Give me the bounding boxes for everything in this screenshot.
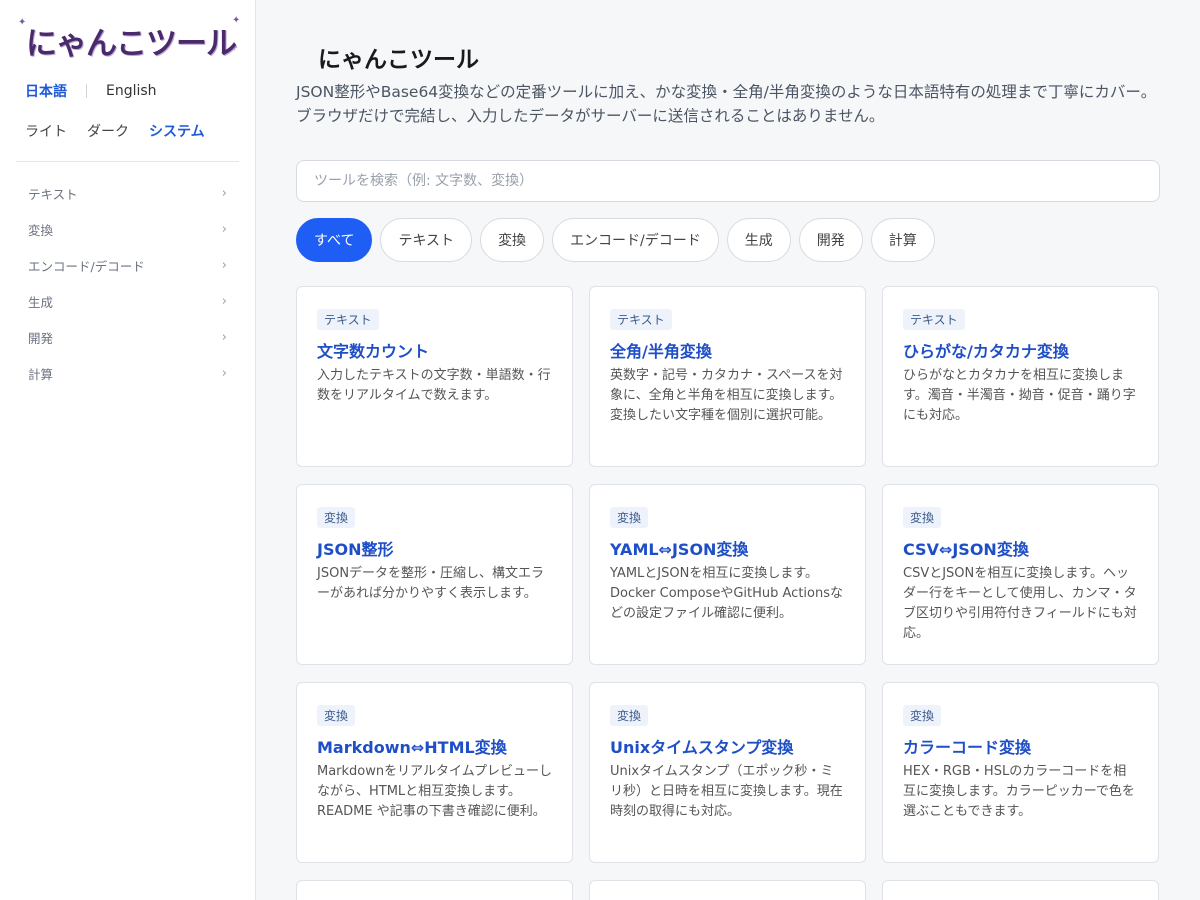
tool-card[interactable]: 変換 カラーコード変換 HEX・RGB・HSLのカラーコードを相互に変換します。… xyxy=(882,682,1159,863)
tool-card[interactable]: 変換 YAML⇔JSON変換 YAMLとJSONを相互に変換します。Docker… xyxy=(589,484,866,665)
category-tag: 変換 xyxy=(903,507,942,528)
chevron-right-icon: › xyxy=(221,257,227,273)
filter-dev[interactable]: 開発 xyxy=(798,218,863,262)
category-tag: 変換 xyxy=(903,705,942,726)
chevron-right-icon: › xyxy=(221,365,227,381)
sidebar-item-generate[interactable]: 生成 › xyxy=(16,283,239,319)
tool-title[interactable]: ひらがな/カタカナ変換 xyxy=(903,338,1138,362)
tool-card[interactable]: 変換 Markdown⇔HTML変換 Markdownをリアルタイムプレビューし… xyxy=(296,682,573,863)
lang-en-link[interactable]: English xyxy=(106,83,157,99)
page-title: にゃんこツール xyxy=(318,46,479,73)
tool-card[interactable]: 変換 Unixタイムスタンプ変換 Unixタイムスタンプ（エポック秒・ミリ秒）と… xyxy=(589,682,866,863)
sidebar-divider xyxy=(16,161,239,162)
filter-encode[interactable]: エンコード/デコード xyxy=(552,218,719,262)
tool-title[interactable]: Markdown⇔HTML変換 xyxy=(317,734,552,758)
theme-dark-button[interactable]: ダーク xyxy=(87,121,129,141)
tool-title[interactable]: YAML⇔JSON変換 xyxy=(610,536,845,560)
tool-title[interactable]: Unixタイムスタンプ変換 xyxy=(610,734,845,758)
chevron-right-icon: › xyxy=(221,221,227,237)
sidebar-item-convert[interactable]: 変換 › xyxy=(16,211,239,247)
tool-card[interactable] xyxy=(589,880,866,900)
tool-card[interactable] xyxy=(296,880,573,900)
language-switcher: 日本語 English xyxy=(25,81,157,101)
category-tag: 変換 xyxy=(610,507,649,528)
main-content: にゃんこツール JSON整形やBase64変換などの定番ツールに加え、かな変換・… xyxy=(256,0,1200,900)
tool-description: YAMLとJSONを相互に変換します。Docker ComposeやGitHub… xyxy=(610,566,843,621)
sidebar-item-label: 変換 xyxy=(28,222,54,238)
filter-calc[interactable]: 計算 xyxy=(870,218,935,262)
chevron-right-icon: › xyxy=(221,329,227,345)
tool-description: Markdownをリアルタイムプレビューしながら、HTMLと相互変換します。RE… xyxy=(317,764,552,819)
tool-title[interactable]: CSV⇔JSON変換 xyxy=(903,536,1138,560)
tool-description: 英数字・記号・カタカナ・スペースを対象に、全角と半角を相互に変換します。変換した… xyxy=(610,368,843,423)
tool-description: Unixタイムスタンプ（エポック秒・ミリ秒）と日時を相互に変換します。現在時刻の… xyxy=(610,764,843,819)
filter-convert[interactable]: 変換 xyxy=(480,218,545,262)
filter-generate[interactable]: 生成 xyxy=(726,218,791,262)
theme-system-button[interactable]: システム xyxy=(149,121,205,141)
chevron-right-icon: › xyxy=(221,185,227,201)
category-tag: 変換 xyxy=(317,705,356,726)
logo-text: にゃんこツール xyxy=(26,26,237,62)
lang-divider xyxy=(86,84,87,98)
sidebar-item-label: 開発 xyxy=(28,330,54,346)
tool-title[interactable]: JSON整形 xyxy=(317,536,552,560)
sidebar-item-label: 生成 xyxy=(28,294,54,310)
tool-description: HEX・RGB・HSLのカラーコードを相互に変換します。カラーピッカーで色を選ぶ… xyxy=(903,764,1135,819)
tool-card[interactable]: 変換 JSON整形 JSONデータを整形・圧縮し、構文エラーがあれば分かりやすく… xyxy=(296,484,573,665)
sidebar-item-label: 計算 xyxy=(28,366,54,382)
tool-title[interactable]: 全角/半角変換 xyxy=(610,338,845,362)
search-input[interactable] xyxy=(296,160,1160,202)
sidebar-item-label: テキスト xyxy=(28,186,78,202)
tool-title[interactable]: カラーコード変換 xyxy=(903,734,1138,758)
tool-card[interactable]: テキスト 文字数カウント 入力したテキストの文字数・単語数・行数をリアルタイムで… xyxy=(296,286,573,467)
tool-card[interactable]: テキスト ひらがな/カタカナ変換 ひらがなとカタカナを相互に変換します。濁音・半… xyxy=(882,286,1159,467)
tool-card[interactable]: 変換 CSV⇔JSON変換 CSVとJSONを相互に変換します。ヘッダー行をキー… xyxy=(882,484,1159,665)
tool-description: JSONデータを整形・圧縮し、構文エラーがあれば分かりやすく表示します。 xyxy=(317,566,545,601)
sidebar-item-calc[interactable]: 計算 › xyxy=(16,355,239,391)
category-tag: 変換 xyxy=(317,507,356,528)
tool-description: ひらがなとカタカナを相互に変換します。濁音・半濁音・拗音・促音・踊り字にも対応。 xyxy=(903,368,1136,423)
tool-title[interactable]: 文字数カウント xyxy=(317,338,552,362)
sidebar-item-encode[interactable]: エンコード/デコード › xyxy=(16,247,239,283)
tool-description: CSVとJSONを相互に変換します。ヘッダー行をキーとして使用し、カンマ・タブ区… xyxy=(903,566,1137,641)
category-nav: テキスト › 変換 › エンコード/デコード › 生成 › 開発 › 計算 › xyxy=(16,175,239,391)
chevron-right-icon: › xyxy=(221,293,227,309)
tool-card[interactable] xyxy=(882,880,1159,900)
site-logo[interactable]: ✦ ✦ ✦ にゃんこツール xyxy=(18,14,240,63)
theme-switcher: ライト ダーク システム xyxy=(25,121,205,141)
sidebar-item-label: エンコード/デコード xyxy=(28,258,145,274)
filter-all[interactable]: すべて xyxy=(296,218,373,262)
lang-ja-link[interactable]: 日本語 xyxy=(25,81,67,101)
filter-text[interactable]: テキスト xyxy=(380,218,473,262)
tool-card[interactable]: テキスト 全角/半角変換 英数字・記号・カタカナ・スペースを対象に、全角と半角を… xyxy=(589,286,866,467)
sidebar-item-text[interactable]: テキスト › xyxy=(16,175,239,211)
category-tag: 変換 xyxy=(610,705,649,726)
sidebar: ✦ ✦ ✦ にゃんこツール 日本語 English ライト ダーク システム テ… xyxy=(0,0,256,900)
theme-light-button[interactable]: ライト xyxy=(25,121,67,141)
page-description: JSON整形やBase64変換などの定番ツールに加え、かな変換・全角/半角変換の… xyxy=(296,83,1157,125)
tool-description: 入力したテキストの文字数・単語数・行数をリアルタイムで数えます。 xyxy=(317,368,551,403)
category-tag: テキスト xyxy=(610,309,672,330)
category-tag: テキスト xyxy=(317,309,379,330)
sidebar-item-dev[interactable]: 開発 › xyxy=(16,319,239,355)
tool-grid: テキスト 文字数カウント 入力したテキストの文字数・単語数・行数をリアルタイムで… xyxy=(296,286,1160,900)
category-tag: テキスト xyxy=(903,309,965,330)
category-filter: すべて テキスト 変換 エンコード/デコード 生成 開発 計算 xyxy=(296,218,935,262)
